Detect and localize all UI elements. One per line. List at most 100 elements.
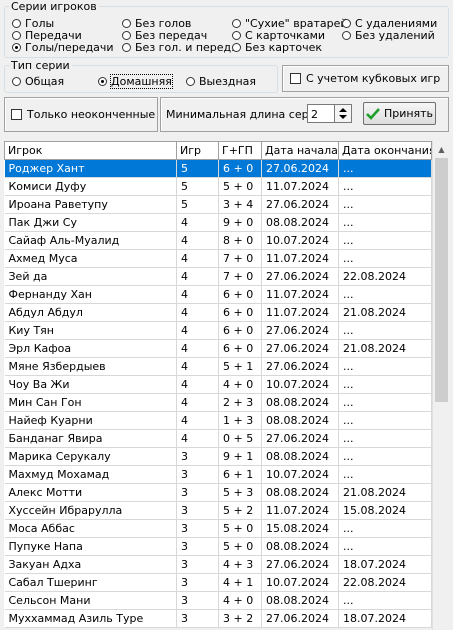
cell-goals-assists: 5 + 0 [218, 177, 262, 196]
radio-dot [342, 31, 351, 40]
radio-dot [342, 19, 351, 28]
radio-type-away[interactable]: Выездная [186, 76, 256, 88]
cell-player: Марика Серукалу [4, 447, 177, 466]
cell-games: 4 [176, 303, 219, 322]
table-row[interactable]: Фернанду Хан 4 6 + 0 11.07.2024... [4, 285, 432, 304]
radio-type-all[interactable]: Общая [12, 76, 64, 88]
table-row[interactable]: Пупуке Напа 3 5 + 0 08.08.2024... [4, 537, 432, 556]
cell-start-date: 27.06.2024 [261, 609, 339, 628]
cell-goals-assists: 6 + 0 [218, 303, 262, 322]
cell-player: Зей да [4, 267, 177, 286]
cell-games: 3 [176, 501, 219, 520]
cell-end-date: ... [338, 195, 432, 214]
min-length-label: Минимальная длина серии [166, 108, 323, 121]
col-header-goals-assists[interactable]: Г+ГП [218, 141, 262, 160]
table-row[interactable]: Банданаг Явира 4 0 + 5 27.06.2024... [4, 429, 432, 448]
cell-start-date: 11.07.2024 [261, 303, 339, 322]
spin-arrows-icon[interactable] [334, 105, 351, 122]
table-row[interactable]: Хуссейн Ибраруллa 3 5 + 2 11.07.2024 15.08.2… [4, 501, 432, 520]
table-row[interactable]: Мин Сан Гон 4 2 + 3 08.08.2024... [4, 393, 432, 412]
radio-no-sendoffs[interactable]: Без удалений [342, 30, 435, 42]
table-row[interactable]: Пак Джи Су 4 9 + 0 08.08.2024... [4, 213, 432, 232]
table-row[interactable]: Зей да 4 7 + 0 27.06.2024 22.08.2024 [4, 267, 432, 286]
col-header-player[interactable]: Игрок [4, 141, 177, 160]
cell-start-date: 10.07.2024 [261, 375, 339, 394]
table-row[interactable]: Алекс Мотти 3 5 + 3 08.08.2024 21.08.2024 [4, 483, 432, 502]
cell-end-date: ... [338, 231, 432, 250]
table-row[interactable]: Муххаммад Азиль Туре 3 3 + 2 27.06.2024 18.0… [4, 609, 432, 628]
cell-games: 4 [176, 213, 219, 232]
cup-games-checkbox[interactable]: С учетом кубковых игр [290, 73, 440, 85]
table-row[interactable]: Эрл Кафоа 4 6 + 0 27.06.2024 21.08.2024 [4, 339, 432, 358]
table-row[interactable]: Закуан Адха 3 4 + 3 27.06.2024 18.07.2024 [4, 555, 432, 574]
cell-start-date: 27.06.2024 [261, 339, 339, 358]
series-group-legend: Серии игроков [9, 0, 99, 13]
cell-start-date: 27.06.2024 [261, 267, 339, 286]
cell-games: 4 [176, 429, 219, 448]
table-row[interactable]: Чоу Ва Жи 4 4 + 0 10.07.2024... [4, 375, 432, 394]
cell-start-date: 10.07.2024 [261, 465, 339, 484]
scrollbar-thumb[interactable] [435, 158, 448, 402]
cell-player: Сельсон Мани [4, 591, 177, 610]
cell-player: Мин Сан Гон [4, 393, 177, 412]
cell-end-date: ... [338, 393, 432, 412]
radio-no-cards[interactable]: Без карточек [232, 42, 322, 54]
table-row[interactable]: Марика Серукалу 3 9 + 1 08.08.2024... [4, 447, 432, 466]
radio-dot [12, 43, 21, 52]
cell-goals-assists: 2 + 3 [218, 393, 262, 412]
table-row[interactable]: Сайаф Аль-Муалид 4 8 + 0 10.07.2024... [4, 231, 432, 250]
cell-goals-assists: 9 + 0 [218, 213, 262, 232]
min-length-value: 2 [311, 108, 318, 121]
scroll-up-icon[interactable]: ▲ [433, 141, 450, 158]
table-row[interactable]: Махмуд Мохамад 3 6 + 1 10.07.2024... [4, 465, 432, 484]
table-header-row: Игрок Игр Г+ГП Дата начала Дата окончани… [4, 141, 432, 160]
col-header-games[interactable]: Игр [176, 141, 219, 160]
cell-goals-assists: 5 + 0 [218, 537, 262, 556]
cell-start-date: 11.07.2024 [261, 249, 339, 268]
accept-check-icon [366, 107, 380, 120]
cell-games: 5 [176, 159, 219, 178]
cell-start-date: 27.06.2024 [261, 159, 339, 178]
table-row[interactable]: Найеф Куарни 4 1 + 3 08.08.2024... [4, 411, 432, 430]
radio-dot [232, 19, 241, 28]
series-table: Игрок Игр Г+ГП Дата начала Дата окончани… [4, 141, 432, 628]
cell-goals-assists: 8 + 0 [218, 231, 262, 250]
radio-dot [122, 31, 131, 40]
cell-goals-assists: 7 + 0 [218, 249, 262, 268]
cell-goals-assists: 7 + 0 [218, 267, 262, 286]
table-row[interactable]: Сабал Тшеринг 3 4 + 1 10.07.2024 22.08.2024 [4, 573, 432, 592]
cell-goals-assists: 3 + 4 [218, 195, 262, 214]
cell-player: Банданаг Явира [4, 429, 177, 448]
radio-type-home[interactable]: Домашняя [98, 74, 173, 89]
table-row[interactable]: Киу Тян 4 6 + 0 27.06.2024... [4, 321, 432, 340]
radio-goals-assists[interactable]: Голы/передачи [12, 42, 114, 54]
radio-dot [12, 77, 21, 86]
table-row[interactable]: Абдул Абдул 4 6 + 0 11.07.2024 21.08.2024 [4, 303, 432, 322]
table-row[interactable]: Ахмед Муса 4 7 + 0 11.07.2024... [4, 249, 432, 268]
min-length-input[interactable]: 2 [307, 104, 352, 123]
cell-player: Комиси Дуфу [4, 177, 177, 196]
unfinished-checkbox[interactable]: Только неоконченные [11, 109, 155, 121]
cell-goals-assists: 3 + 2 [218, 609, 262, 628]
cell-goals-assists: 6 + 0 [218, 159, 262, 178]
cell-start-date: 27.06.2024 [261, 321, 339, 340]
accept-button[interactable]: Принять [363, 102, 436, 125]
table-scrollbar[interactable]: ▲ [432, 141, 450, 630]
cell-end-date: 18.07.2024 [338, 555, 432, 574]
col-header-start-date[interactable]: Дата начала [261, 141, 339, 160]
table-row[interactable]: Роджер Хант 5 6 + 0 27.06.2024... [4, 159, 432, 178]
table-row[interactable]: Мяне Язбердыев 4 5 + 1 27.06.2024... [4, 357, 432, 376]
checkbox-box [11, 109, 22, 120]
col-header-end-date[interactable]: Дата окончания [338, 141, 432, 160]
cell-start-date: 08.08.2024 [261, 411, 339, 430]
radio-no-goals-assists[interactable]: Без гол. и перед. [122, 42, 235, 54]
table-row[interactable]: Комиси Дуфу 5 5 + 0 11.07.2024... [4, 177, 432, 196]
cell-start-date: 11.07.2024 [261, 501, 339, 520]
cell-games: 4 [176, 285, 219, 304]
table-row[interactable]: Моса Аббас 3 5 + 0 15.08.2024... [4, 519, 432, 538]
cell-start-date: 08.08.2024 [261, 537, 339, 556]
cell-start-date: 27.06.2024 [261, 555, 339, 574]
table-row[interactable]: Ироана Раветупу 5 3 + 4 27.06.2024... [4, 195, 432, 214]
table-row[interactable]: Сельсон Мани 3 4 + 0 08.08.2024... [4, 591, 432, 610]
cell-player: Пупуке Напа [4, 537, 177, 556]
